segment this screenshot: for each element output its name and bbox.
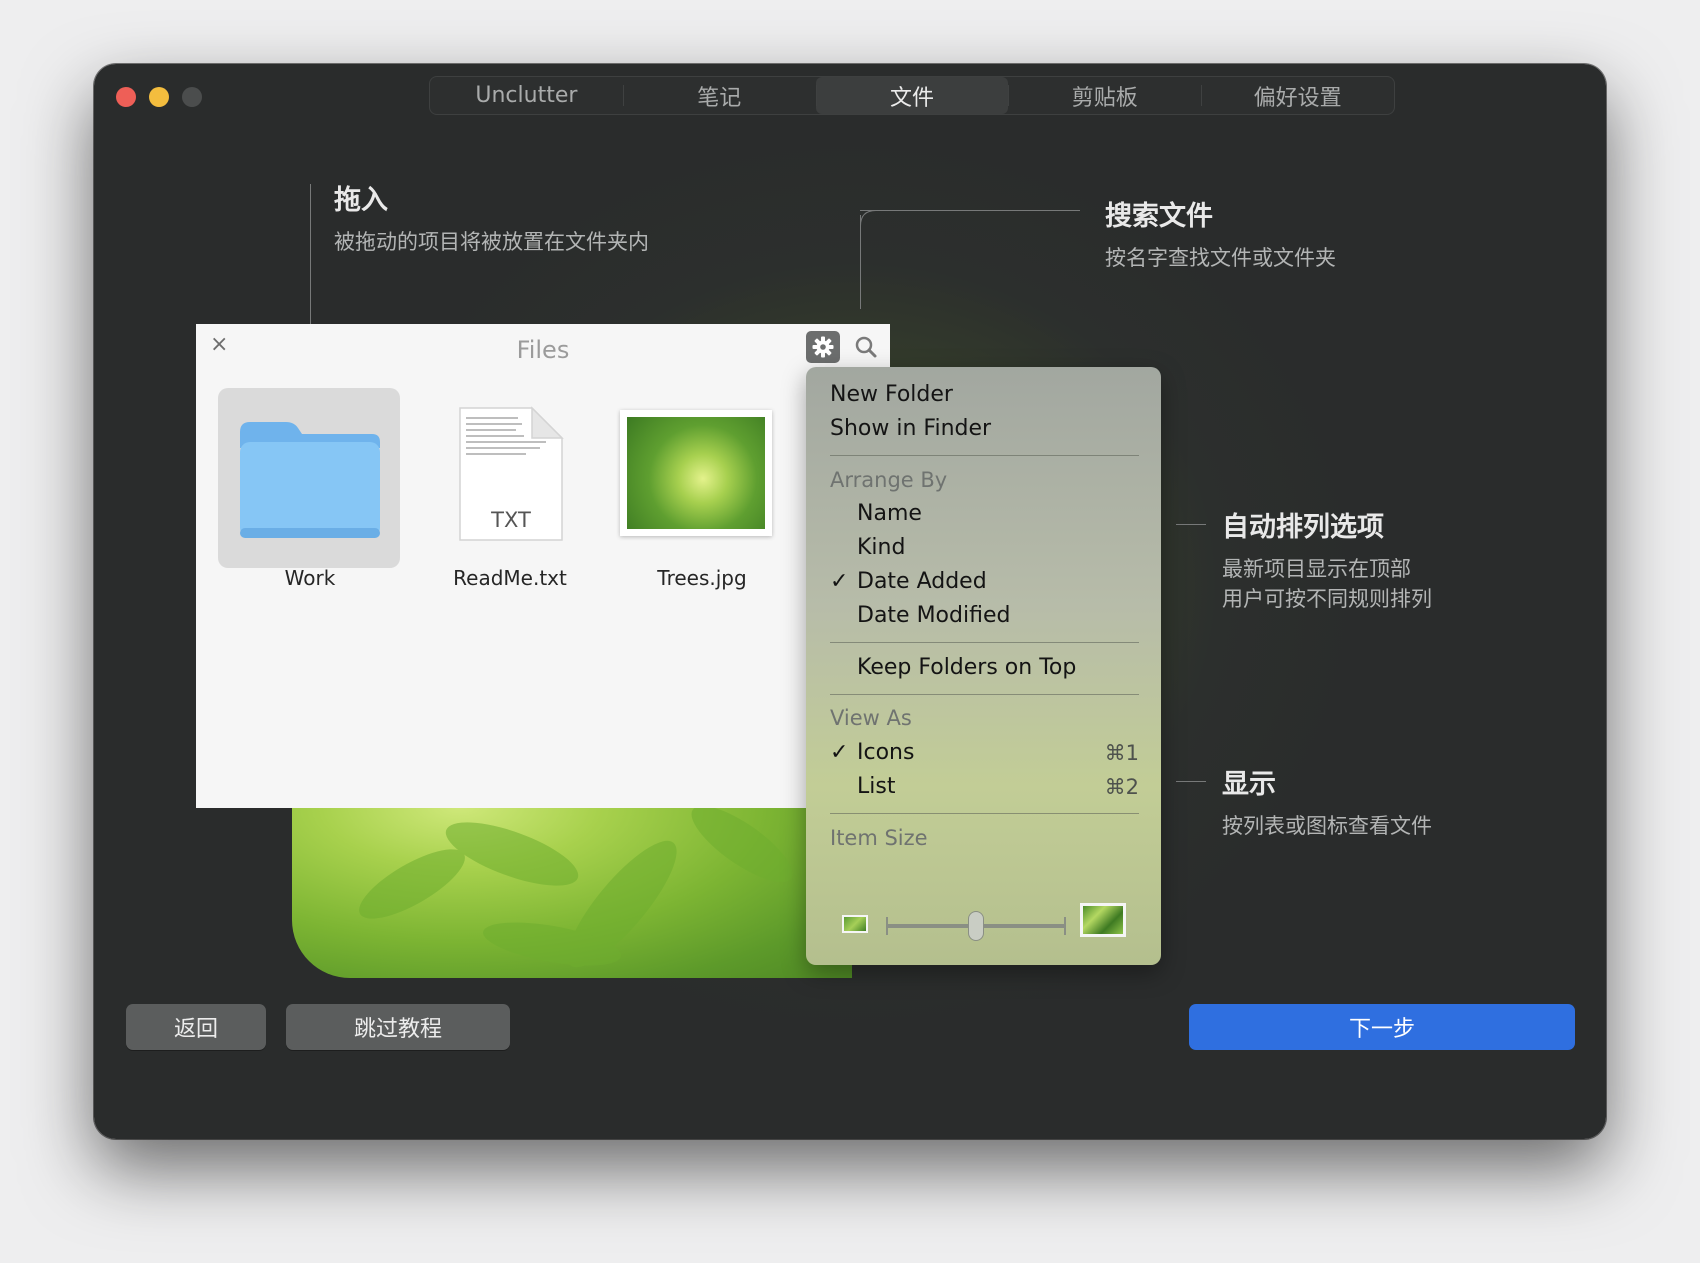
tab-files[interactable]: 文件 — [815, 77, 1009, 114]
callout-line-drag — [310, 184, 311, 344]
callout-line-search-v — [860, 215, 861, 309]
annotation-view-title: 显示 — [1222, 769, 1276, 800]
annotation-search-subtitle: 按名字查找文件或文件夹 — [1105, 246, 1336, 270]
checkmark-icon: ✓ — [830, 569, 849, 594]
file-label-trees: Trees.jpg — [657, 566, 747, 590]
settings-menu: New Folder Show in Finder Arrange By Nam… — [806, 367, 1161, 965]
annotation-drag-title: 拖入 — [334, 185, 388, 216]
menu-item-keep-folders-on-top[interactable]: Keep Folders on Top — [857, 655, 1076, 680]
folder-icon — [240, 422, 380, 538]
menu-separator — [830, 813, 1139, 814]
menu-item-arrange-kind[interactable]: Kind — [857, 535, 905, 560]
menu-item-new-folder[interactable]: New Folder — [830, 382, 953, 407]
annotation-drag: 拖入 被拖动的项目将被放置在文件夹内 — [334, 178, 649, 257]
settings-gear-button[interactable] — [806, 331, 840, 363]
txt-badge: TXT — [491, 508, 531, 532]
tab-bar: Unclutter 笔记 文件 剪贴板 偏好设置 — [430, 77, 1394, 114]
tab-preferences[interactable]: 偏好设置 — [1201, 77, 1394, 114]
file-label-readme: ReadMe.txt — [453, 566, 567, 590]
gear-icon — [812, 336, 834, 358]
zoom-window-button[interactable] — [182, 87, 202, 107]
next-button[interactable]: 下一步 — [1189, 1004, 1575, 1050]
annotation-view: 显示 按列表或图标查看文件 — [1222, 762, 1432, 841]
menu-separator — [830, 642, 1139, 643]
search-button[interactable] — [852, 333, 880, 361]
annotation-arrange-title: 自动排列选项 — [1222, 512, 1384, 543]
annotation-search: 搜索文件 按名字查找文件或文件夹 — [1105, 194, 1336, 273]
large-image-icon — [1080, 903, 1126, 937]
image-thumbnail — [620, 410, 772, 536]
menu-header-item-size: Item Size — [830, 826, 928, 850]
callout-corner — [860, 210, 876, 226]
annotation-drag-subtitle: 被拖动的项目将被放置在文件夹内 — [334, 230, 649, 254]
close-window-button[interactable] — [116, 87, 136, 107]
search-icon — [855, 336, 877, 358]
menu-item-view-list[interactable]: List — [857, 774, 895, 799]
annotation-arrange-line2: 用户可按不同规则排列 — [1222, 587, 1432, 611]
item-size-slider-knob[interactable] — [968, 911, 984, 941]
callout-line-arrange — [1176, 524, 1206, 525]
menu-item-arrange-date-added[interactable]: Date Added — [857, 569, 987, 594]
tab-notes[interactable]: 笔记 — [622, 77, 816, 114]
skip-tutorial-button[interactable]: 跳过教程 — [286, 1004, 510, 1050]
menu-item-show-in-finder[interactable]: Show in Finder — [830, 416, 991, 441]
minimize-window-button[interactable] — [149, 87, 169, 107]
menu-separator — [830, 694, 1139, 695]
tab-clipboard[interactable]: 剪贴板 — [1008, 77, 1201, 114]
menu-item-arrange-date-modified[interactable]: Date Modified — [857, 603, 1010, 628]
menu-header-view-as: View As — [830, 706, 912, 730]
file-label-work: Work — [284, 566, 336, 590]
files-panel-title: Files — [516, 336, 570, 364]
back-button[interactable]: 返回 — [126, 1004, 266, 1050]
menu-separator — [830, 455, 1139, 456]
files-panel: × Files Work TXT ReadMe.txt Trees.jpg — [196, 324, 890, 808]
callout-line-view — [1176, 781, 1206, 782]
annotation-arrange-line1: 最新项目显示在顶部 — [1222, 557, 1411, 581]
checkmark-icon: ✓ — [830, 740, 849, 765]
trees-photo — [627, 417, 765, 529]
app-window: Unclutter 笔记 文件 剪贴板 偏好设置 拖入 被拖动的项目将被放置在文… — [94, 64, 1606, 1139]
annotation-view-subtitle: 按列表或图标查看文件 — [1222, 814, 1432, 838]
slider-max-tick — [1064, 917, 1066, 935]
shortcut-view-icons: ⌘1 — [1104, 741, 1139, 765]
menu-item-view-icons[interactable]: Icons — [857, 740, 914, 765]
tab-unclutter[interactable]: Unclutter — [430, 77, 623, 114]
annotation-search-title: 搜索文件 — [1105, 201, 1213, 232]
menu-item-arrange-name[interactable]: Name — [857, 501, 922, 526]
menu-header-arrange-by: Arrange By — [830, 468, 948, 492]
shortcut-view-list: ⌘2 — [1104, 775, 1139, 799]
callout-line-search-h — [860, 210, 1080, 211]
small-image-icon — [842, 915, 868, 933]
annotation-arrange: 自动排列选项 最新项目显示在顶部 用户可按不同规则排列 — [1222, 505, 1432, 614]
